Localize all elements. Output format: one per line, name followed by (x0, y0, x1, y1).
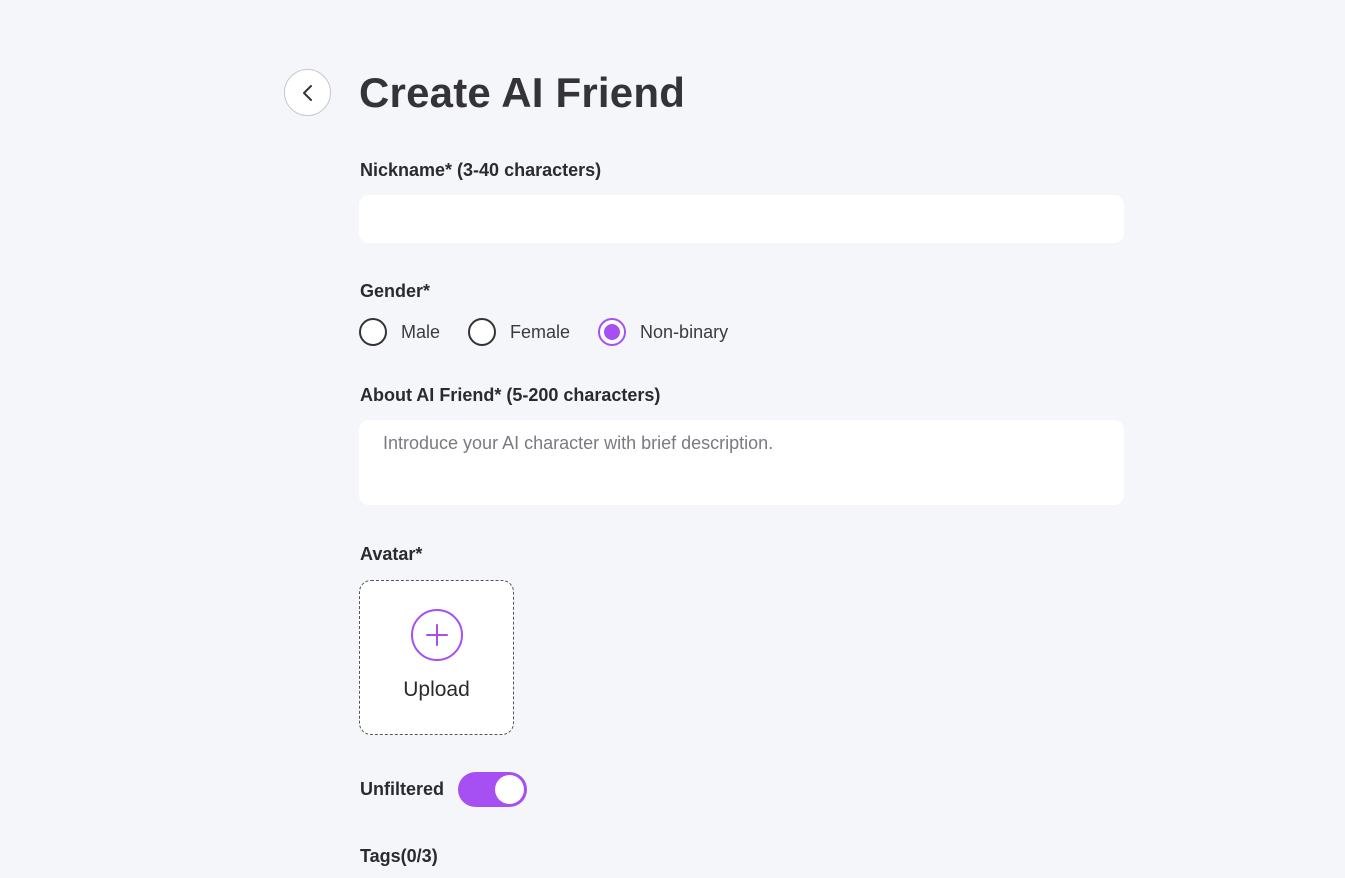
page-title: Create AI Friend (359, 69, 686, 116)
chevron-left-icon (302, 84, 312, 101)
radio-button-female[interactable] (468, 318, 497, 346)
nickname-label: Nickname* (3-40 characters) (360, 160, 602, 180)
upload-label: Upload (403, 678, 470, 701)
gender-option-label: Male (401, 321, 441, 342)
gender-radio-group: Male Female Non-binary (359, 318, 756, 346)
avatar-upload-button[interactable]: Upload (359, 580, 514, 735)
tags-label: Tags(0/3) (360, 846, 438, 866)
gender-option-female[interactable]: Female (468, 318, 570, 346)
gender-label: Gender* (360, 281, 431, 301)
about-textarea[interactable] (359, 420, 1124, 505)
nickname-input[interactable] (359, 195, 1124, 243)
avatar-label: Avatar* (360, 544, 423, 564)
toggle-knob (495, 775, 524, 804)
radio-button-male[interactable] (359, 318, 387, 346)
about-label: About AI Friend* (5-200 characters) (360, 385, 661, 405)
radio-selected-dot (604, 324, 621, 340)
gender-option-non-binary[interactable]: Non-binary (598, 318, 728, 346)
plus-circle-icon (410, 609, 463, 661)
unfiltered-toggle[interactable] (458, 772, 527, 807)
create-ai-friend-page: Create AI Friend Nickname* (3-40 charact… (0, 0, 1345, 878)
back-button[interactable] (284, 69, 331, 116)
unfiltered-label: Unfiltered (360, 779, 445, 799)
gender-option-male[interactable]: Male (359, 318, 440, 346)
radio-button-non-binary[interactable] (598, 318, 627, 346)
gender-option-label: Female (510, 321, 571, 342)
gender-option-label: Non-binary (640, 321, 729, 342)
